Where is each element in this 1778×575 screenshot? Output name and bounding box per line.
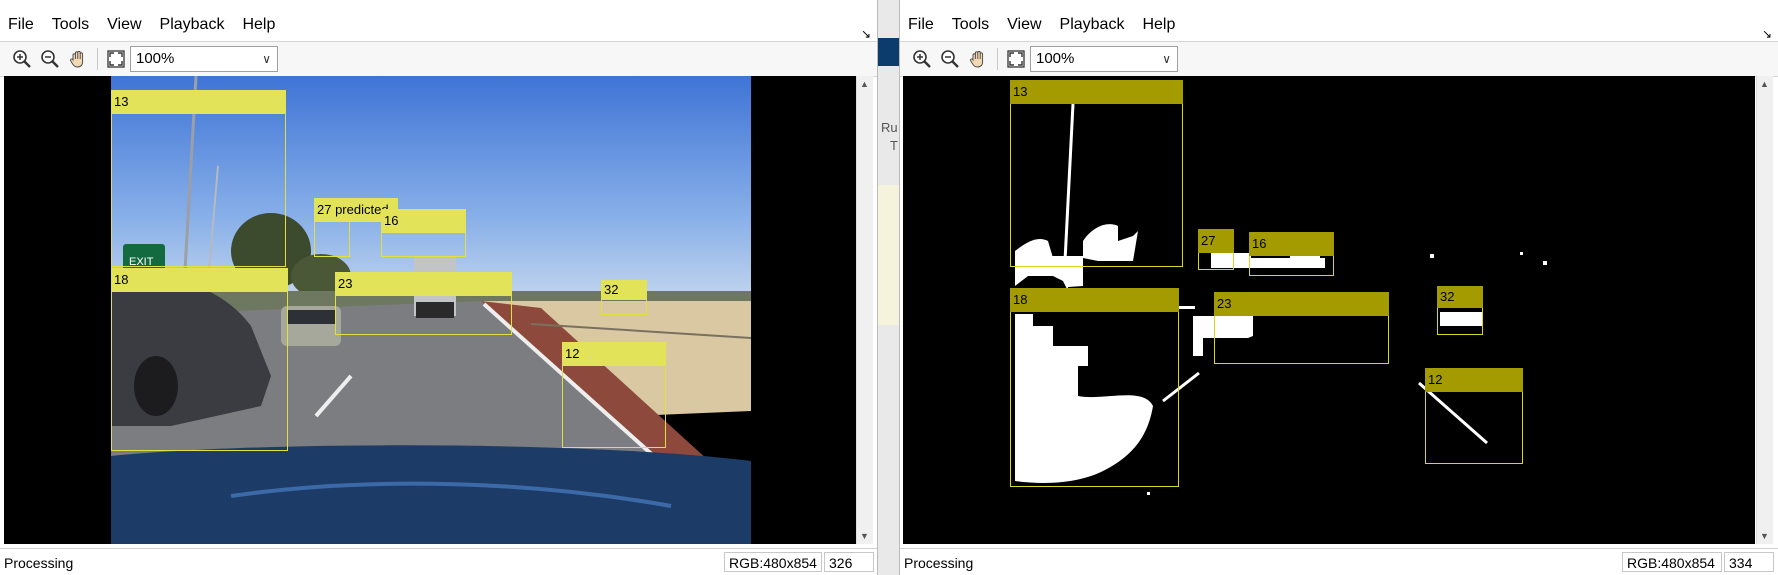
track-box-32[interactable]: 32 [601, 280, 647, 315]
toolbar-separator [97, 48, 98, 70]
track-label: 13 [1010, 80, 1183, 104]
menu-bar: File Tools View Playback Help ↘ [0, 10, 877, 41]
background-window-toolbar [878, 38, 899, 66]
toolbar: 100% ∨ [0, 41, 877, 77]
track-label: 32 [601, 280, 647, 300]
track-box-12[interactable]: 12 [562, 342, 666, 448]
scroll-up-icon[interactable]: ▲ [1760, 79, 1769, 89]
track-box-16[interactable]: 16 [1249, 232, 1334, 276]
status-bar: Processing RGB:480x854 334 [900, 548, 1778, 575]
toolbar-separator [997, 48, 998, 70]
scroll-down-icon[interactable]: ▼ [1760, 531, 1769, 541]
menu-help[interactable]: Help [233, 10, 284, 40]
track-box-32[interactable]: 32 [1437, 286, 1483, 335]
menu-file[interactable]: File [900, 10, 943, 40]
menu-playback[interactable]: Playback [1051, 10, 1134, 40]
track-label: 16 [1249, 232, 1334, 256]
background-window-text: Ru [881, 120, 898, 135]
chevron-down-icon: ∨ [262, 52, 271, 66]
zoom-level-value: 100% [136, 50, 175, 67]
image-info-field: RGB:480x854 [724, 552, 822, 572]
image-info-field: RGB:480x854 [1622, 552, 1722, 572]
track-label: 27 [1198, 229, 1234, 253]
status-bar: Processing RGB:480x854 326 [0, 548, 877, 575]
track-label: 18 [111, 268, 288, 292]
menu-view[interactable]: View [98, 10, 150, 40]
zoom-out-icon[interactable] [38, 47, 62, 71]
chevron-down-icon: ∨ [1162, 52, 1171, 66]
title-bar[interactable] [900, 0, 1778, 6]
menu-file[interactable]: File [0, 10, 43, 40]
track-label: 12 [1425, 368, 1523, 392]
track-box-18[interactable]: 18 [1010, 288, 1179, 487]
track-box-23[interactable]: 23 [1214, 292, 1389, 364]
fit-to-window-icon[interactable] [104, 47, 128, 71]
track-box-27-predicted[interactable]: 27 predicted [314, 198, 398, 257]
zoom-in-icon[interactable] [10, 47, 34, 71]
zoom-out-icon[interactable] [938, 47, 962, 71]
frame-number-field: 334 [1724, 552, 1774, 572]
track-label: 32 [1437, 286, 1483, 308]
track-box-13[interactable]: 13 [111, 90, 286, 267]
track-label: 12 [562, 342, 666, 366]
background-window-panel [878, 185, 899, 325]
vertical-scrollbar[interactable]: ▲ ▼ [1756, 76, 1773, 544]
left-video-player-window: File Tools View Playback Help ↘ 100% ∨ E… [0, 0, 877, 575]
track-box-13[interactable]: 13 [1010, 80, 1183, 267]
scroll-up-icon[interactable]: ▲ [860, 79, 869, 89]
video-viewport[interactable]: EXIT 13 27 predicted 16 18 23 32 12 [4, 76, 856, 544]
zoom-level-select[interactable]: 100% ∨ [130, 46, 278, 72]
zoom-level-select[interactable]: 100% ∨ [1030, 46, 1178, 72]
status-text: Processing [4, 555, 74, 571]
zoom-in-icon[interactable] [910, 47, 934, 71]
fit-to-window-icon[interactable] [1004, 47, 1028, 71]
right-video-player-window: File Tools View Playback Help ↘ 100% ∨ 1… [900, 0, 1778, 575]
hand-pan-icon[interactable] [966, 47, 990, 71]
track-box-27[interactable]: 27 [1198, 229, 1234, 270]
zoom-level-value: 100% [1036, 50, 1075, 67]
title-bar[interactable] [0, 0, 877, 6]
track-box-18[interactable]: 18 [111, 268, 288, 451]
undock-arrow-icon[interactable]: ↘ [861, 27, 871, 41]
toolbar: 100% ∨ [900, 41, 1778, 77]
undock-arrow-icon[interactable]: ↘ [1762, 27, 1772, 41]
scroll-down-icon[interactable]: ▼ [860, 531, 869, 541]
background-window-text: T [890, 138, 898, 153]
track-label: 13 [111, 90, 286, 114]
track-box-16[interactable]: 16 [381, 209, 466, 257]
menu-tools[interactable]: Tools [43, 10, 98, 40]
vertical-scrollbar[interactable]: ▲ ▼ [856, 76, 873, 544]
menu-bar: File Tools View Playback Help ↘ [900, 10, 1778, 41]
frame-number-field: 326 [824, 552, 874, 572]
menu-help[interactable]: Help [1133, 10, 1184, 40]
track-label: 18 [1010, 288, 1179, 312]
hand-pan-icon[interactable] [66, 47, 90, 71]
status-text: Processing [904, 555, 974, 571]
track-label: 23 [335, 272, 512, 296]
mask-viewport[interactable]: 13 27 16 18 23 32 12 [903, 76, 1755, 544]
track-box-23[interactable]: 23 [335, 272, 512, 335]
track-label: 23 [1214, 292, 1389, 316]
menu-tools[interactable]: Tools [943, 10, 998, 40]
track-box-12[interactable]: 12 [1425, 368, 1523, 464]
menu-playback[interactable]: Playback [151, 10, 234, 40]
background-window-strip[interactable]: Ru T [877, 0, 900, 575]
menu-view[interactable]: View [998, 10, 1050, 40]
track-label: 16 [381, 209, 466, 233]
